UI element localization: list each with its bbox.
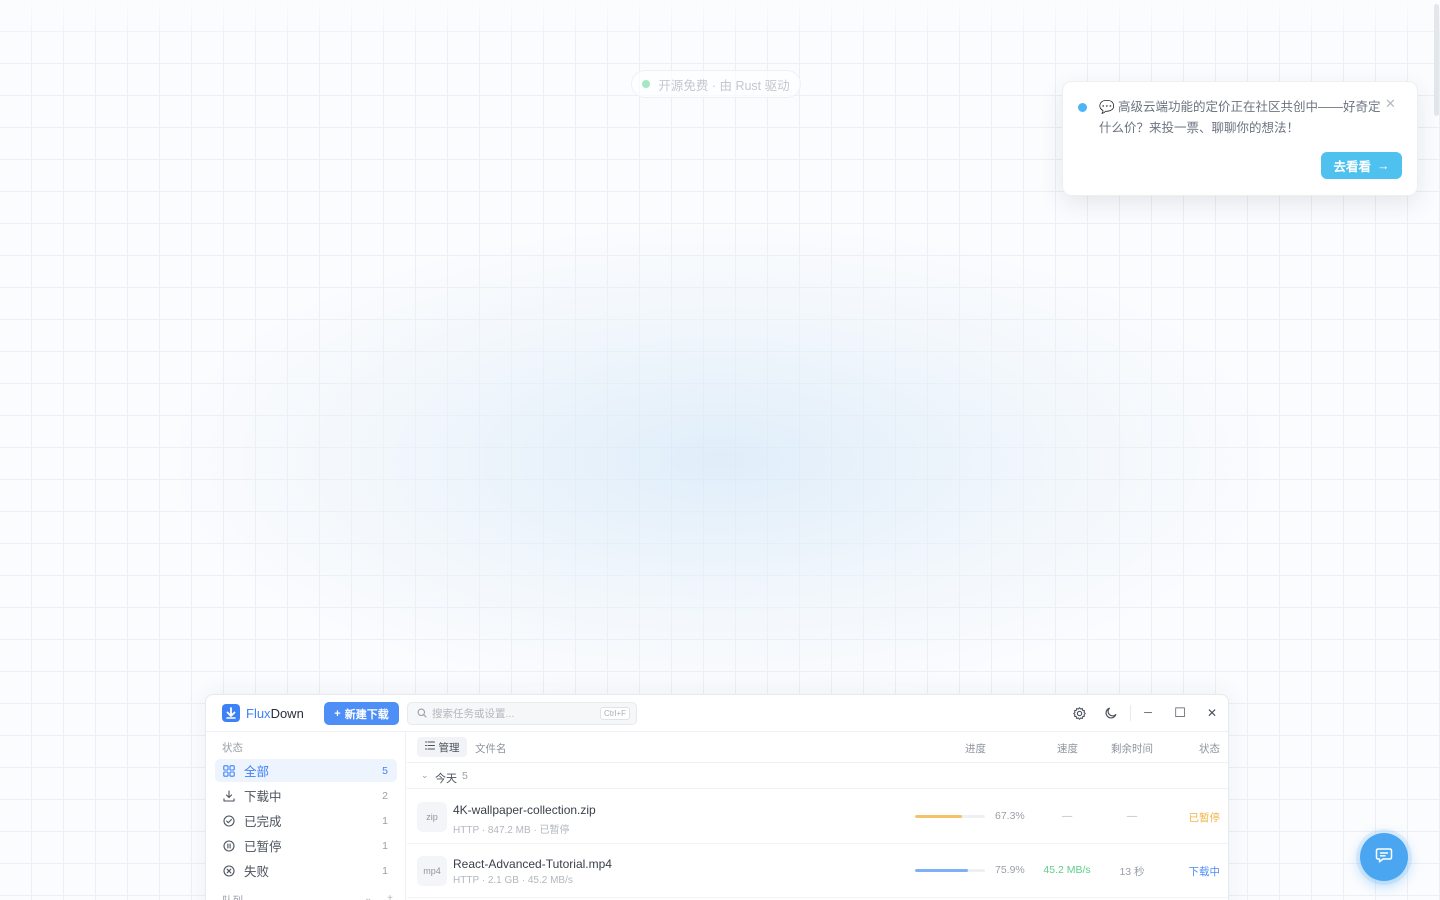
sidebar-item-failed[interactable]: 失败 1: [215, 859, 397, 882]
settings-gear-icon[interactable]: [1071, 705, 1087, 721]
titlebar-divider: [1130, 705, 1131, 721]
column-speed[interactable]: 速度: [1057, 741, 1078, 756]
queue-tools[interactable]: ⌄ +: [364, 893, 399, 900]
search-icon: [417, 705, 427, 723]
app-name-rest: Down: [270, 706, 304, 721]
hero-badge: 开源免费 · 由 Rust 驱动: [631, 70, 801, 98]
speed-value: —: [1061, 810, 1073, 822]
sidebar-item-count: 1: [382, 814, 388, 827]
progress-fill: [915, 815, 963, 818]
page-scrollbar[interactable]: [1432, 0, 1440, 900]
check-circle-icon: [222, 814, 236, 828]
file-meta: HTTP · 2.1 GB · 45.2 MB/s: [453, 875, 573, 886]
sidebar-item-label: 下载中: [244, 790, 282, 804]
file-meta: HTTP · 847.2 MB · 已暂停: [453, 825, 570, 836]
titlebar: FluxDown + 新建下载 Ctrl+F ─ ☐ ✕: [206, 695, 1228, 732]
app-name-accent: Flux: [246, 706, 271, 721]
file-name: React-Advanced-Tutorial.mp4: [453, 857, 612, 871]
file-name: 4K-wallpaper-collection.zip: [453, 803, 596, 817]
sidebar-item-label: 已完成: [244, 815, 282, 829]
status-badge: 已暂停: [1188, 812, 1221, 824]
progress-text: 75.9%: [995, 864, 1025, 876]
column-progress[interactable]: 进度: [965, 741, 986, 756]
x-circle-icon: [222, 864, 236, 878]
eta-value: 13 秒: [1119, 866, 1145, 878]
progress-bar: [915, 869, 985, 872]
top-fade: [0, 0, 1440, 40]
column-remaining[interactable]: 剩余时间: [1111, 741, 1153, 756]
hero-badge-text: 开源免费 · 由 Rust 驱动: [658, 78, 790, 93]
sidebar-item-label: 全部: [244, 765, 270, 779]
progress-bar: [915, 815, 985, 818]
notification-close-button[interactable]: ✕: [1385, 96, 1396, 112]
sidebar-item-paused[interactable]: 已暂停 1: [215, 834, 397, 857]
grid-icon: [222, 764, 236, 778]
table-row[interactable]: mp4 React-Advanced-Tutorial.mp4 HTTP · 2…: [407, 844, 1228, 898]
sidebar-item-count: 5: [382, 764, 388, 777]
sidebar-queue-heading: 队列: [222, 893, 243, 900]
manage-button[interactable]: 管理: [417, 737, 467, 757]
chevron-down-icon: ⌄: [421, 770, 429, 780]
column-status[interactable]: 状态: [1199, 741, 1220, 756]
speed-value: 45.2 MB/s: [1043, 864, 1091, 876]
column-filename[interactable]: 文件名: [475, 741, 507, 756]
minimize-button[interactable]: ─: [1140, 705, 1156, 721]
table-header: 管理 文件名 进度 速度 剩余时间 状态: [407, 732, 1228, 763]
table-row[interactable]: zip 4K-wallpaper-collection.zip HTTP · 8…: [407, 790, 1228, 844]
sidebar-item-count: 2: [382, 789, 388, 802]
new-download-label: 新建下载: [344, 708, 389, 721]
sidebar-item-count: 1: [382, 864, 388, 877]
notification-text: 💬 高级云端功能的定价正在社区共创中——好奇定什么价？来投一票、聊聊你的想法！: [1099, 100, 1381, 135]
pause-circle-icon: [222, 839, 236, 853]
sidebar: 状态 全部 5 下载中 2 已完成 1 已暂停 1 失败 1 ⌄ +: [206, 732, 406, 900]
sidebar-item-label: 失败: [244, 865, 270, 879]
status-badge: 下载中: [1188, 866, 1221, 878]
file-type-icon: mp4: [417, 856, 447, 886]
maximize-button[interactable]: ☐: [1172, 705, 1188, 721]
app-logo-icon: [222, 704, 240, 722]
file-type-icon: zip: [417, 802, 447, 832]
sidebar-item-downloading[interactable]: 下载中 2: [215, 784, 397, 807]
app-name: FluxDown: [246, 706, 304, 721]
sidebar-status-heading: 状态: [222, 742, 243, 754]
close-window-button[interactable]: ✕: [1204, 705, 1220, 721]
progress-fill: [915, 869, 969, 872]
shortcut-hint: Ctrl+F: [600, 707, 630, 720]
scrollbar-thumb[interactable]: [1434, 4, 1439, 116]
search-input[interactable]: [432, 707, 592, 720]
notification-go-label: 去看看: [1333, 160, 1371, 174]
chat-button[interactable]: [1360, 833, 1408, 881]
app-window: FluxDown + 新建下载 Ctrl+F ─ ☐ ✕ 状态 全部: [205, 694, 1229, 900]
group-label: 今天: [435, 773, 457, 785]
search-box[interactable]: Ctrl+F: [407, 702, 637, 725]
arrow-right-icon: →: [1377, 158, 1390, 173]
sidebar-item-label: 已暂停: [244, 840, 282, 854]
chat-bubble-icon: [1374, 845, 1394, 870]
download-icon: [222, 789, 236, 803]
progress-text: 67.3%: [995, 810, 1025, 822]
notification-dot: [1078, 103, 1087, 112]
status-dot: [642, 80, 651, 88]
sidebar-item-count: 1: [382, 839, 388, 852]
group-header-today[interactable]: ⌄ 今天 5: [407, 763, 1228, 789]
notification-go-button[interactable]: 去看看 →: [1321, 152, 1402, 179]
sidebar-item-all[interactable]: 全部 5: [215, 759, 397, 782]
sidebar-item-completed[interactable]: 已完成 1: [215, 809, 397, 832]
list-icon: [424, 741, 435, 753]
eta-value: —: [1126, 810, 1138, 822]
pricing-notification: 💬 高级云端功能的定价正在社区共创中——好奇定什么价？来投一票、聊聊你的想法！ …: [1062, 81, 1418, 196]
task-list: 管理 文件名 进度 速度 剩余时间 状态 ⌄ 今天 5 zip 4K-wallp…: [407, 732, 1228, 900]
dark-mode-moon-icon[interactable]: [1103, 705, 1119, 721]
plus-icon: +: [334, 707, 341, 720]
group-count: 5: [462, 770, 468, 782]
new-download-button[interactable]: + 新建下载: [324, 702, 399, 725]
background-glow: [180, 230, 1260, 690]
manage-label: 管理: [438, 741, 460, 754]
